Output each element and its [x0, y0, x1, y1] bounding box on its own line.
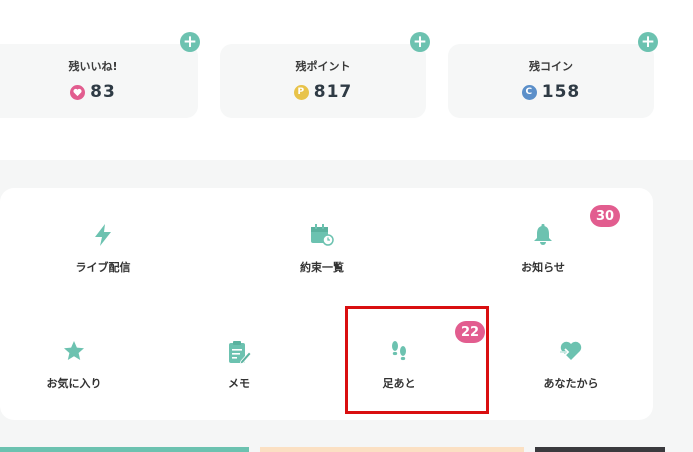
heart-coin-icon [70, 84, 86, 100]
add-points-button[interactable]: + [410, 32, 430, 52]
c-coin-icon: C [521, 84, 537, 100]
points-balance-value: 817 [313, 82, 353, 102]
highlight-box [345, 306, 489, 414]
menu-item-memo[interactable]: メモ [169, 339, 309, 399]
notice-badge: 30 [590, 205, 620, 227]
clipboard-pencil-icon [226, 339, 252, 369]
coins-balance-title: 残コイン [529, 60, 573, 73]
bottom-bar-teal [0, 447, 249, 452]
star-icon [62, 339, 86, 367]
likes-balance-value: 83 [90, 82, 116, 102]
points-balance-card: 残ポイント P 817 + [220, 32, 430, 118]
bottom-bar-peach [260, 447, 524, 452]
add-likes-button[interactable]: + [180, 32, 200, 52]
points-balance-title: 残ポイント [295, 60, 351, 73]
menu-item-promise[interactable]: 約束一覧 [252, 223, 392, 283]
bell-icon [532, 223, 554, 251]
menu-item-favorite[interactable]: お気に入り [4, 339, 144, 399]
bottom-bar-dark [535, 447, 665, 452]
coins-balance-value: 158 [541, 82, 581, 102]
calendar-clock-icon [309, 223, 335, 251]
coins-balance-card: 残コイン C 158 + [448, 32, 658, 118]
bolt-icon [92, 223, 114, 251]
add-coins-button[interactable]: + [638, 32, 658, 52]
menu-item-live[interactable]: ライブ配信 [33, 223, 173, 283]
likes-balance-card: 残いいね! 83 + [0, 32, 200, 118]
heart-arrow-icon [558, 339, 584, 367]
menu-item-from-you[interactable]: あなたから [501, 339, 641, 399]
menu-item-notice[interactable]: お知らせ [473, 223, 613, 283]
likes-balance-title: 残いいね! [68, 60, 118, 73]
point-coin-icon: P [293, 84, 309, 100]
